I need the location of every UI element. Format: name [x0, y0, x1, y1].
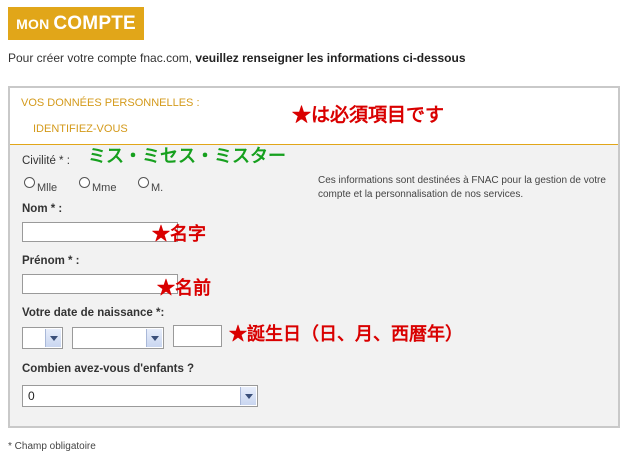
name-label: Nom * : [22, 203, 63, 215]
children-select-value: 0 [28, 389, 35, 403]
birth-day-select[interactable] [22, 327, 63, 349]
name-annotation: ★名字 [152, 224, 206, 245]
chevron-down-icon [240, 387, 256, 405]
intro-plain: Pour créer votre compte fnac.com, [8, 51, 196, 65]
civility-label: Civilité * : [22, 155, 70, 167]
birthdate-label: Votre date de naissance *: [22, 307, 165, 319]
info-text: Ces informations sont destinées à FNAC p… [318, 175, 606, 200]
chevron-down-icon [45, 329, 61, 347]
required-footnote: * Champ obligatoire [8, 441, 96, 452]
firstname-annotation: ★名前 [157, 278, 211, 299]
civility-annotation: ミス・ミセス・ミスター [88, 146, 286, 167]
section-subtitle: IDENTIFIEZ-VOUS [33, 123, 128, 135]
radio-mlle-label: Mlle [37, 182, 58, 194]
page-title: COMPTE [53, 12, 136, 34]
radio-mlle[interactable] [24, 177, 35, 188]
intro-bold: veuillez renseigner les informations ci-… [195, 51, 466, 65]
page-title-badge: MON COMPTE [8, 7, 144, 40]
firstname-label: Prénom * : [22, 255, 80, 267]
children-select[interactable]: 0 [22, 385, 258, 407]
birthdate-annotation: ★誕生日（日、月、西暦年） [229, 324, 463, 345]
required-annotation: ★は必須項目です [292, 104, 445, 126]
radio-m[interactable] [138, 177, 149, 188]
radio-mme[interactable] [79, 177, 90, 188]
birth-year-input[interactable] [173, 325, 222, 347]
radio-m-label: M. [151, 182, 164, 194]
radio-mme-label: Mme [92, 182, 117, 194]
children-label: Combien avez-vous d'enfants ? [22, 363, 195, 375]
page-title-prefix: MON [16, 15, 50, 32]
birth-month-select[interactable] [72, 327, 164, 349]
firstname-input[interactable] [22, 274, 178, 294]
intro-text: Pour créer votre compte fnac.com, veuill… [8, 51, 466, 65]
section-title: VOS DONNÉES PERSONNELLES : [21, 97, 200, 109]
chevron-down-icon [146, 329, 162, 347]
